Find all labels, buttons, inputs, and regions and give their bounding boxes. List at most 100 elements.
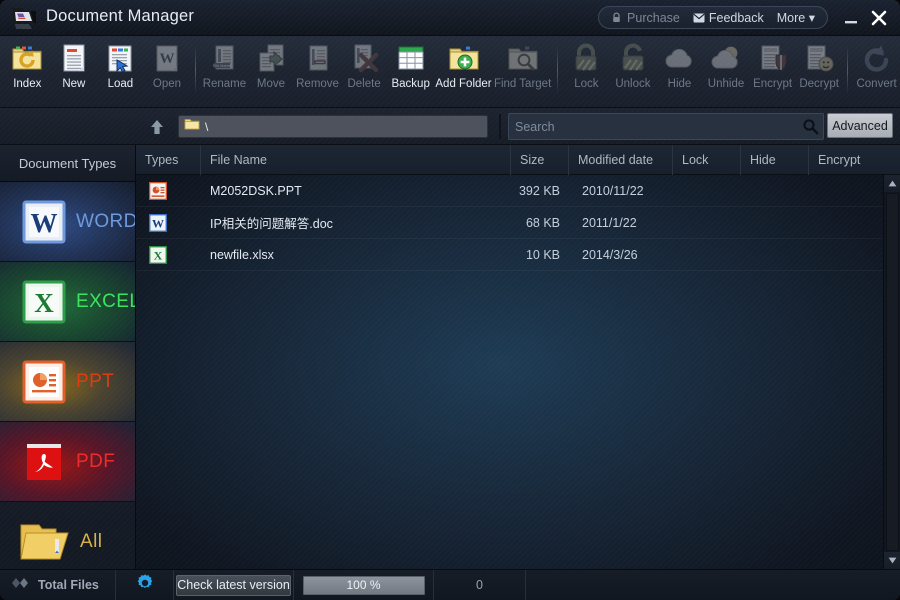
ppt-icon: [22, 360, 66, 404]
search-field[interactable]: [508, 113, 824, 140]
lock-open-icon: [617, 42, 649, 74]
excel-file-icon: X: [148, 245, 168, 264]
toolbar-button-index[interactable]: Index: [4, 36, 51, 104]
cell-file-name: M2052DSK.PPT: [210, 183, 302, 198]
application-window: Document Manager Purchase Feedback More …: [0, 0, 900, 600]
close-button[interactable]: [868, 8, 890, 28]
cell-file-name: IP相关的问题解答.doc: [210, 217, 333, 231]
lock-icon: [611, 12, 623, 23]
svg-text:W: W: [152, 216, 164, 230]
toolbar-button-add-folder[interactable]: Add Folder: [434, 36, 493, 104]
cell-size: 68 KB: [525, 215, 560, 230]
svg-text:File Name: File Name: [213, 63, 232, 68]
toolbar-button-move: Move: [248, 36, 295, 104]
gear-icon: [135, 573, 155, 598]
load-document-icon: [104, 42, 136, 74]
toolbar-button-encrypt: Encrypt: [749, 36, 796, 104]
encrypt-shield-icon: [757, 42, 789, 74]
purchase-label: Purchase: [627, 10, 680, 25]
up-arrow-icon[interactable]: [146, 117, 168, 137]
scroll-up-icon[interactable]: [884, 175, 900, 192]
toolbar-button-label: Decrypt: [799, 78, 839, 90]
settings-button[interactable]: [116, 569, 174, 600]
cell-modified-date: 2014/3/26: [582, 247, 638, 262]
cell-modified-date: 2010/11/22: [582, 183, 644, 198]
toolbar-button-unhide: Unhide: [703, 36, 750, 104]
vertical-scrollbar[interactable]: [883, 175, 900, 569]
main-toolbar: Index New Load W Open File Name Rename Move Remo…: [0, 36, 900, 108]
new-document-icon: [58, 42, 90, 74]
sidebar-item-label: All: [80, 530, 103, 552]
status-bar: Total Files Check latest version 100 % 0: [0, 569, 900, 600]
svg-text:W: W: [31, 208, 58, 238]
sidebar-item-label: EXCEL: [76, 290, 135, 312]
toolbar-button-label: Hide: [667, 78, 692, 90]
sidebar: Document Types W WORD X EXCEL PPT PDF All: [0, 145, 136, 569]
column-header-encrypt[interactable]: Encrypt: [809, 145, 883, 175]
word-file-icon: W: [148, 213, 168, 232]
title-bar: Document Manager Purchase Feedback More …: [0, 0, 900, 36]
toolbar-button-label: Unhide: [707, 78, 745, 90]
excel-icon: X: [22, 280, 66, 324]
toolbar-button-label: Open: [152, 78, 182, 90]
toolbar-button-label: Delete: [347, 78, 381, 90]
toolbar-button-label: New: [62, 78, 86, 90]
cell-size: 10 KB: [525, 247, 560, 262]
check-version-cell: Check latest version: [174, 569, 294, 600]
cell-type: X: [136, 245, 201, 264]
column-header-lock[interactable]: Lock: [673, 145, 741, 175]
sidebar-item-all[interactable]: All: [0, 502, 135, 569]
more-menu-button[interactable]: More ▾: [777, 10, 815, 25]
table-row[interactable]: Xnewfile.xlsx 10 KB 2014/3/26: [136, 239, 900, 271]
column-header-modified-date[interactable]: Modified date: [569, 145, 673, 175]
cell-modified-date: 2011/1/22: [582, 215, 637, 230]
search-input[interactable]: [509, 119, 797, 134]
sidebar-item-ppt[interactable]: PPT: [0, 342, 135, 422]
sidebar-item-word[interactable]: W WORD: [0, 182, 135, 262]
feedback-button[interactable]: Feedback: [693, 11, 764, 25]
scroll-down-icon[interactable]: [884, 552, 900, 569]
powerpoint-file-icon: [148, 181, 168, 200]
scrollbar-track[interactable]: [886, 193, 899, 551]
column-header-size[interactable]: Size: [511, 145, 569, 175]
path-value: \: [205, 119, 209, 134]
column-header-hide[interactable]: Hide: [741, 145, 809, 175]
table-row[interactable]: M2052DSK.PPT 392 KB 2010/11/22: [136, 175, 900, 207]
feedback-label: Feedback: [708, 10, 764, 25]
toolbar-button-decrypt: Decrypt: [796, 36, 843, 104]
toolbar-button-remove: Remove: [294, 36, 341, 104]
backup-table-icon: [395, 42, 427, 74]
rename-file-icon: File Name: [208, 42, 240, 74]
sidebar-item-label: PPT: [76, 370, 115, 392]
toolbar-button-new[interactable]: New: [51, 36, 98, 104]
delete-file-icon: [348, 42, 380, 74]
document-manager-icon: [10, 5, 40, 31]
remove-file-icon: [302, 42, 334, 74]
sidebar-item-pdf[interactable]: PDF: [0, 422, 135, 502]
search-icon[interactable]: [797, 114, 823, 139]
sidebar-item-excel[interactable]: X EXCEL: [0, 262, 135, 342]
toolbar-button-backup[interactable]: Backup: [387, 36, 434, 104]
advanced-search-button[interactable]: Advanced: [827, 113, 893, 138]
minimize-button[interactable]: [840, 8, 862, 28]
toolbar-button-load[interactable]: Load: [97, 36, 144, 104]
purchase-button[interactable]: Purchase: [611, 11, 680, 25]
cloud-icon: [663, 42, 695, 74]
toolbar-button-label: Backup: [391, 78, 430, 90]
check-latest-version-button[interactable]: Check latest version: [176, 574, 291, 596]
cloud-sun-icon: [710, 42, 742, 74]
pdf-icon: [22, 440, 66, 484]
toolbar-button-label: Rename: [202, 78, 247, 90]
svg-text:X: X: [34, 288, 54, 318]
lock-closed-icon: [570, 42, 602, 74]
column-header-types[interactable]: Types: [136, 145, 201, 175]
cell-type: [136, 181, 201, 200]
column-header-file-name[interactable]: File Name: [201, 145, 511, 175]
move-file-icon: [255, 42, 287, 74]
path-input[interactable]: \: [178, 115, 488, 138]
folder-icon: [184, 117, 200, 136]
toolbar-button-lock: Lock: [563, 36, 610, 104]
table-row[interactable]: W IP相关的问题解答.doc 68 KB 2011/1/22: [136, 207, 900, 239]
mail-icon: [693, 12, 705, 23]
folder-all-icon: [18, 519, 70, 565]
